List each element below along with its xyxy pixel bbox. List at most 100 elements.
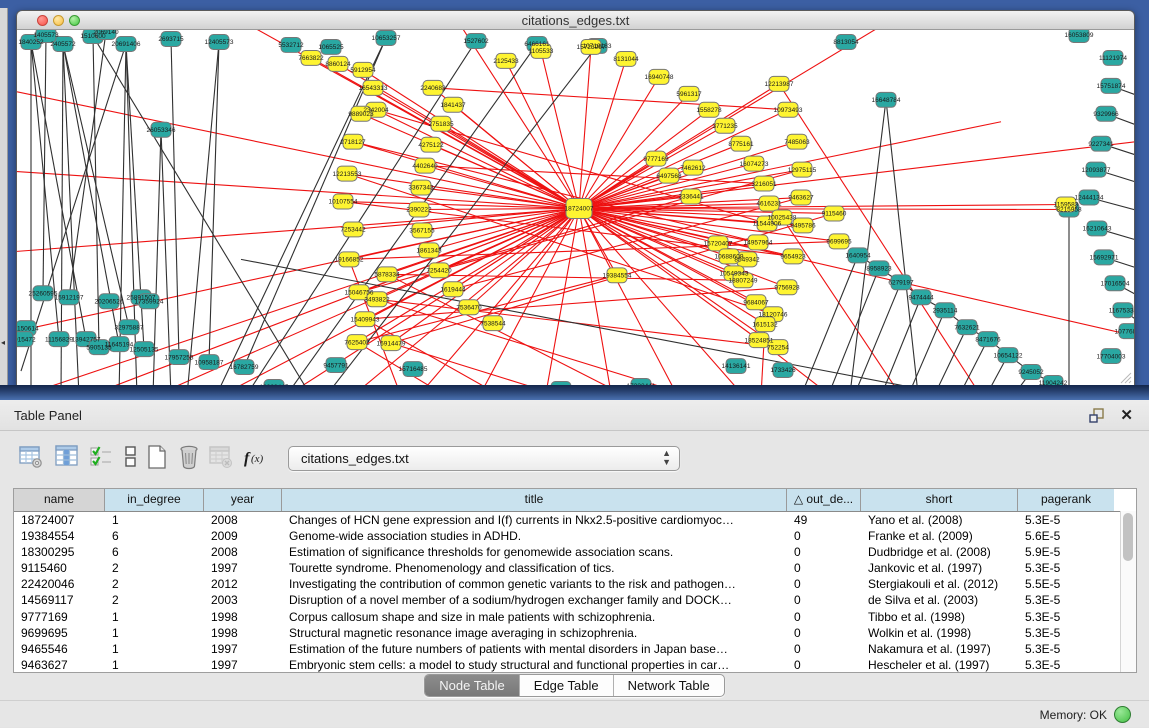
graph-node-label: 5961317	[676, 91, 702, 98]
tab-edge-table[interactable]: Edge Table	[520, 675, 614, 696]
tab-network-table[interactable]: Network Table	[614, 675, 724, 696]
graph-node-label: 12213553	[333, 171, 362, 178]
table-row[interactable]: 911546021997Tourette syndrome. Phenomeno…	[14, 560, 1136, 576]
graph-node-label: 8131044	[613, 56, 639, 63]
graph-node-label: 9329966	[1093, 111, 1119, 118]
graph-node-label: 16940748	[645, 74, 674, 81]
column-checklist-icon[interactable]	[88, 444, 114, 470]
column-header-name[interactable]: name	[14, 489, 105, 511]
graph-node-label: 1105533	[529, 48, 554, 55]
column-header-pagerank[interactable]: pagerank	[1018, 489, 1114, 511]
table-cell: 19384554	[14, 528, 105, 544]
table-cell: 2003	[204, 592, 282, 608]
table-row[interactable]: 1830029562008Estimation of significance …	[14, 544, 1136, 560]
table-cell: 9465546	[14, 641, 105, 657]
table-tabs: Node TableEdge TableNetwork Table	[0, 674, 1149, 700]
graph-node-label: 2125433	[493, 58, 519, 65]
graph-node-label: 3771235	[712, 123, 738, 130]
table-cell: 9463627	[14, 657, 105, 673]
table-row[interactable]: 2242004622012Investigating the contribut…	[14, 576, 1136, 592]
table-row[interactable]: 1938455462009Genome-wide association stu…	[14, 528, 1136, 544]
graph-node-label: 7632621	[954, 324, 980, 331]
table-cell: Structural magnetic resonance image aver…	[282, 625, 787, 641]
graph-node-label: 12213987	[765, 81, 794, 88]
combo-arrows-icon: ▲▼	[662, 449, 671, 467]
table-cell: Corpus callosum shape and size in male p…	[282, 609, 787, 625]
svg-text:(x): (x)	[251, 453, 264, 465]
window-resize-grip[interactable]	[1118, 370, 1132, 384]
graph-node-label: 12505135	[130, 346, 159, 353]
table-panel-header: Table Panel ✕	[0, 400, 1149, 431]
collapse-left-arrow-icon[interactable]: ◂	[1, 338, 5, 347]
delete-column-icon[interactable]	[176, 444, 202, 470]
create-column-icon[interactable]	[144, 444, 170, 470]
show-columns-icon[interactable]	[54, 444, 80, 470]
table-vertical-scrollbar[interactable]	[1120, 511, 1136, 672]
column-header-short[interactable]: short	[861, 489, 1018, 511]
memory-ok-indicator[interactable]	[1114, 706, 1131, 723]
row-panel-icon[interactable]	[118, 444, 144, 470]
table-row[interactable]: 969969511998Structural magnetic resonanc…	[14, 625, 1136, 641]
graph-node-label: 9150614	[17, 325, 39, 332]
graph-node-label: 752254	[767, 344, 789, 351]
tab-node-table[interactable]: Node Table	[425, 675, 520, 696]
graph-node-label: 11675334	[1109, 307, 1134, 314]
column-header-in_degree[interactable]: in_degree	[105, 489, 204, 511]
graph-node-label: 1861343	[416, 248, 442, 255]
table-cell: 1	[105, 625, 204, 641]
status-bar: Memory: OK	[0, 700, 1149, 728]
table-cell: 5.3E-5	[1018, 641, 1114, 657]
table-cell: 0	[787, 657, 861, 673]
table-cell: 2008	[204, 544, 282, 560]
column-header-year[interactable]: year	[204, 489, 282, 511]
table-row[interactable]: 1456911722003Disruption of a novel membe…	[14, 592, 1136, 608]
delete-table-icon[interactable]	[208, 444, 234, 470]
graph-node-label: 16074273	[740, 161, 769, 168]
column-header-title[interactable]: title	[282, 489, 787, 511]
left-panel-divider[interactable]	[0, 8, 8, 395]
scrollbar-thumb[interactable]	[1123, 513, 1133, 561]
graph-node-label: 2336441	[678, 194, 704, 201]
table-cell: Tibbo et al. (1998)	[861, 609, 1018, 625]
table-toolbar: f (x) citations_edges.txt ▲▼	[0, 438, 1149, 480]
graph-node-label: 20691406	[112, 41, 141, 48]
graph-node-label: 1619444	[440, 286, 466, 293]
network-canvas[interactable]: 1872400718402522405572151060020691406140…	[17, 30, 1134, 386]
function-builder-icon[interactable]: f (x)	[242, 444, 268, 470]
window-titlebar[interactable]: citations_edges.txt	[17, 11, 1134, 30]
graph-node-label: 1640954	[845, 253, 871, 260]
table-cell: Franke et al. (2009)	[861, 528, 1018, 544]
table-cell: 5.3E-5	[1018, 592, 1114, 608]
graph-node-label: 12093877	[1082, 167, 1111, 174]
table-row[interactable]: 1872400712008Changes of HCN gene express…	[14, 512, 1136, 528]
table-cell: 1	[105, 609, 204, 625]
column-header-out_de[interactable]: △ out_de...	[787, 489, 861, 511]
table-selector-dropdown[interactable]: citations_edges.txt ▲▼	[288, 446, 680, 471]
graph-node-label: 12975115	[788, 167, 817, 174]
table-cell: 0	[787, 576, 861, 592]
graph-node-label: 20206526	[95, 298, 124, 305]
graph-node-label: 10776853	[1115, 328, 1134, 335]
close-panel-icon[interactable]: ✕	[1120, 406, 1133, 424]
table-cell: Yano et al. (2008)	[861, 512, 1018, 528]
table-row[interactable]: 946554611997Estimation of the future num…	[14, 641, 1136, 657]
table-options-icon[interactable]	[18, 444, 44, 470]
table-row[interactable]: 946362711997Embryonic stem cells: a mode…	[14, 657, 1136, 673]
graph-node-label: 26053346	[147, 127, 176, 134]
float-panel-icon[interactable]	[1089, 407, 1105, 423]
cytoscape-desktop: ◂ citations_edges.txt 18724007184	[0, 0, 1149, 400]
table-panel: Table Panel ✕	[0, 400, 1149, 727]
graph-node-label: 16053809	[1065, 32, 1094, 39]
table-cell: Estimation of significance thresholds fo…	[282, 544, 787, 560]
graph-node-label: 11156829	[45, 336, 73, 343]
graph-node-label: 3567155	[409, 228, 435, 235]
graph-node-label: 16210643	[1083, 226, 1112, 233]
table-cell: 5.3E-5	[1018, 512, 1114, 528]
table-row[interactable]: 977716911998Corpus callosum shape and si…	[14, 609, 1136, 625]
graph-node-label: 25260595	[29, 290, 58, 297]
graph-node-label: 32975887	[115, 324, 144, 331]
graph-node-label: 17704003	[1097, 353, 1126, 360]
window-title: citations_edges.txt	[17, 13, 1134, 28]
graph-node-label: 2405572	[50, 41, 76, 48]
graph-node-label: 2751835	[428, 121, 454, 128]
